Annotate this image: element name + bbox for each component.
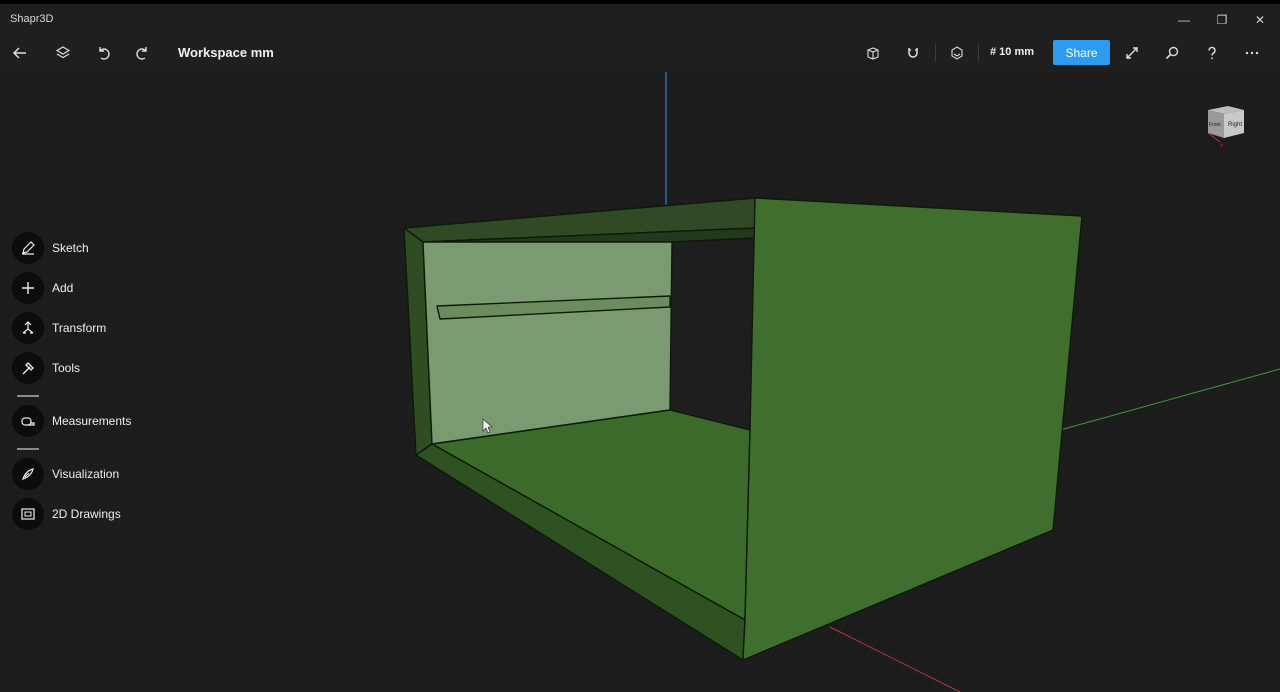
toolbar-divider <box>978 44 979 62</box>
more-options-button[interactable] <box>1239 41 1265 65</box>
undo-icon <box>99 47 110 60</box>
layers-button[interactable] <box>50 41 76 65</box>
menu-item-add[interactable]: Add <box>12 272 172 304</box>
snap-button[interactable] <box>900 41 926 65</box>
transform-arrows-icon <box>12 312 44 344</box>
tape-measure-icon <box>12 405 44 437</box>
search-button[interactable] <box>1159 41 1185 65</box>
menu-item-tools[interactable]: Tools <box>12 352 172 384</box>
help-button[interactable] <box>1199 41 1225 65</box>
fullscreen-button[interactable] <box>1119 41 1145 65</box>
view-mode-button[interactable] <box>944 41 970 65</box>
magnet-icon <box>908 48 918 58</box>
redo-button[interactable] <box>130 41 156 65</box>
view-cube-right-label: Right <box>1228 122 1242 128</box>
title-bar: Shapr3D — ❐ ✕ <box>0 0 1280 34</box>
menu-label-2d-drawings: 2D Drawings <box>52 507 121 521</box>
close-button[interactable]: ✕ <box>1245 10 1275 30</box>
box-interior-back <box>669 237 756 431</box>
menu-label-transform: Transform <box>52 321 107 335</box>
drawing-sheet-icon <box>12 498 44 530</box>
menu-item-visualization[interactable]: Visualization <box>12 458 172 490</box>
menu-label-add: Add <box>52 281 74 295</box>
eye-cube-icon <box>951 46 963 60</box>
menu-divider <box>17 395 39 397</box>
grid-size-indicator[interactable]: # 10 mm <box>990 46 1034 58</box>
toolbar-divider <box>935 44 936 62</box>
menu-divider <box>17 448 39 450</box>
hammer-icon <box>12 352 44 384</box>
view-cube[interactable]: Front Right x <box>1200 100 1250 150</box>
section-view-icon <box>867 47 879 60</box>
visualization-icon <box>12 458 44 490</box>
view-cube-front-label: Front <box>1209 122 1221 128</box>
svg-text:x: x <box>1220 143 1223 149</box>
menu-item-2d-drawings[interactable]: 2D Drawings <box>12 498 172 530</box>
menu-item-transform[interactable]: Transform <box>12 312 172 344</box>
share-button[interactable]: Share <box>1053 40 1110 65</box>
model-canvas[interactable] <box>0 72 1280 692</box>
search-icon <box>1165 46 1179 60</box>
expand-icon <box>1126 47 1138 59</box>
help-icon <box>1208 46 1216 60</box>
workspace-title[interactable]: Workspace mm <box>178 45 274 60</box>
selected-inner-face[interactable] <box>422 241 673 445</box>
app-title: Shapr3D <box>10 13 54 25</box>
back-button[interactable] <box>7 41 33 65</box>
layers-icon <box>55 46 71 59</box>
minimize-button[interactable]: — <box>1169 10 1199 30</box>
plus-icon <box>12 272 44 304</box>
menu-item-measurements[interactable]: Measurements <box>12 405 172 437</box>
section-view-button[interactable] <box>860 41 886 65</box>
menu-label-measurements: Measurements <box>52 414 132 428</box>
3d-viewport[interactable]: Front Right x <box>0 72 1280 692</box>
ellipsis-icon <box>1245 51 1259 55</box>
view-cube-icon: Front Right x <box>1207 106 1244 149</box>
menu-label-sketch: Sketch <box>52 241 89 255</box>
restore-button[interactable]: ❐ <box>1207 10 1237 30</box>
menu-label-visualization: Visualization <box>52 467 120 481</box>
top-toolbar: Workspace mm # 10 mm Share <box>0 34 1280 72</box>
menu-label-tools: Tools <box>52 361 81 375</box>
sketch-pencil-icon <box>12 232 44 264</box>
menu-item-sketch[interactable]: Sketch <box>12 232 172 264</box>
redo-icon <box>136 47 147 60</box>
undo-button[interactable] <box>90 41 116 65</box>
back-arrow-icon <box>12 47 26 59</box>
